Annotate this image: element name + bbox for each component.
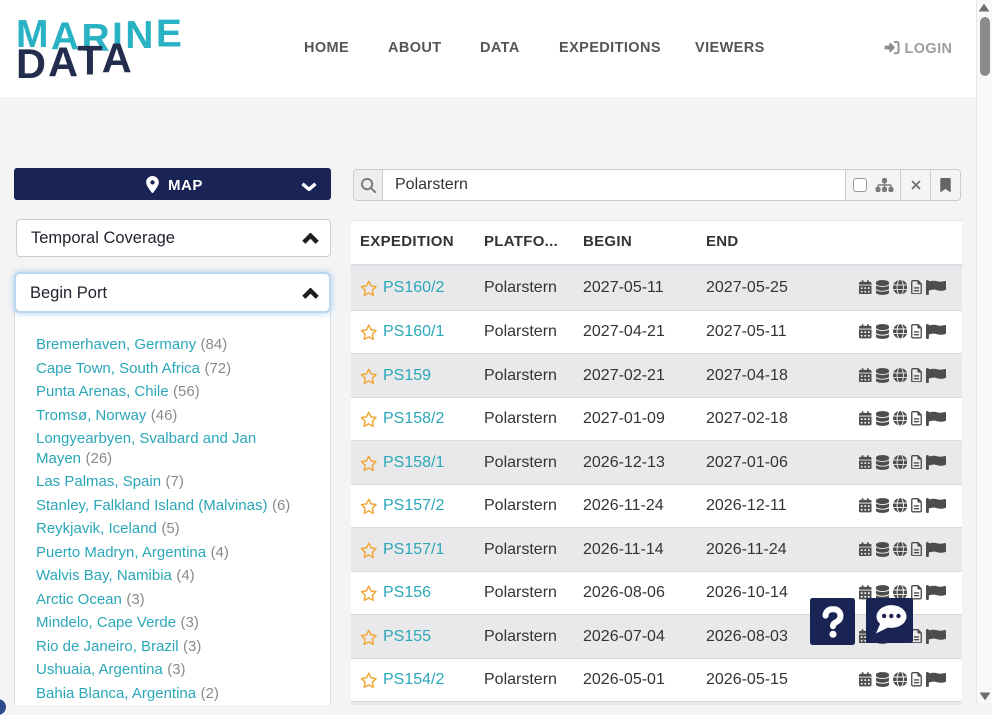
svg-text:DATA: DATA [16,35,134,83]
